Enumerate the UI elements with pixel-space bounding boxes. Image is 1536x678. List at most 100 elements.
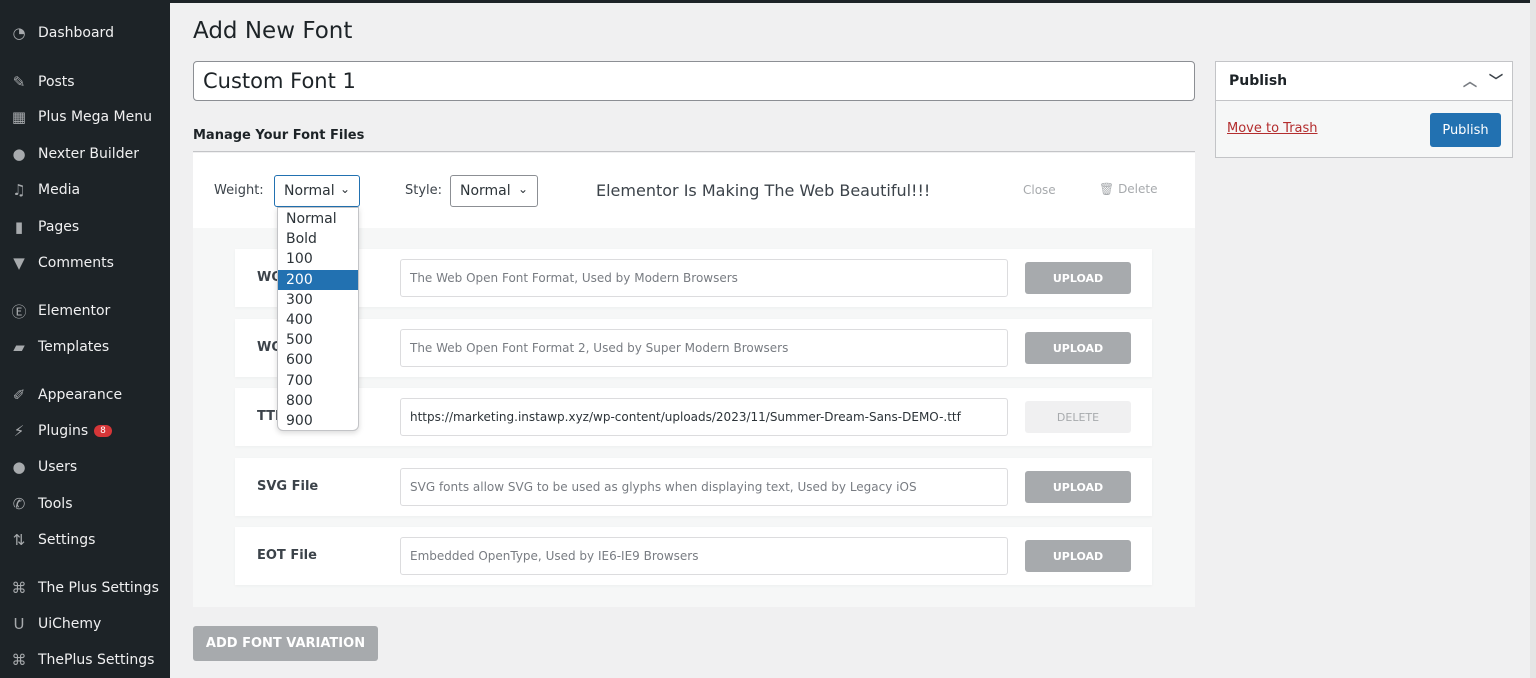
plugins-update-badge: 8 [94,425,112,437]
publish-box: Publish ︿ ﹀ Move to Trash Publish [1215,61,1513,158]
delete-file-button[interactable]: DELETE [1025,401,1131,433]
admin-sidebar: ◔ Dashboard ✎ Posts ▦ Plus Mega Menu ● Nexter B… [0,0,170,678]
sidebar-item-label: Appearance [38,387,123,403]
sidebar-item-label: ThePlus Settings [38,652,155,668]
chevron-down-icon: ⌄ [517,182,528,196]
sidebar-item-media[interactable]: ♫ Media [0,175,170,205]
upload-button[interactable]: UPLOAD [1025,540,1131,572]
folder-icon: ▰ [13,338,25,356]
sidebar-item-label: Templates [38,339,110,355]
top-bar [170,0,1536,3]
info-circle-icon: ● [12,145,26,163]
weight-option[interactable]: 300 [278,290,358,310]
sidebar-item-settings[interactable]: ⇅ Settings [0,525,170,555]
font-preview: Elementor Is Making The Web Beautiful!!! [596,181,931,200]
publish-title: Publish [1229,73,1288,89]
upload-button[interactable]: UPLOAD [1025,332,1131,364]
sidebar-item-theplus-settings[interactable]: ⌘ ThePlus Settings [0,645,170,675]
sidebar-item-nexter-builder[interactable]: ● Nexter Builder [0,139,170,169]
close-link[interactable]: Close [1023,183,1056,197]
font-file-row: SVG File SVG fonts allow SVG to be used … [235,458,1152,516]
file-type-label: EOT File [257,548,317,563]
sidebar-item-plus-mega-menu[interactable]: ▦ Plus Mega Menu [0,102,170,132]
sidebar-item-label: Plus Mega Menu [38,109,152,125]
file-type-label: SVG File [257,479,319,494]
weight-label: Weight: [214,183,264,198]
sidebar-item-the-plus-settings[interactable]: ⌘ The Plus Settings [0,573,170,603]
weight-option[interactable]: 100 [278,249,358,269]
sidebar-item-label: The Plus Settings [38,580,159,596]
sidebar-item-pages[interactable]: ▮ Pages [0,212,170,242]
weight-option[interactable]: 500 [278,330,358,350]
theplus-icon: ⌘ [11,651,27,669]
sidebar-item-label: Dashboard [38,25,114,41]
add-font-variation-button[interactable]: ADD FONT VARIATION [193,626,378,661]
move-to-trash-link[interactable]: Move to Trash [1227,121,1318,136]
theplus-icon: ⌘ [11,579,27,597]
trash-icon: 🗑 [1099,182,1115,196]
user-icon: ● [12,458,26,476]
wrench-icon: ✆ [12,495,26,513]
sidebar-item-label: UiChemy [38,616,102,632]
weight-option[interactable]: Bold [278,229,358,249]
weight-option[interactable]: 600 [278,350,358,370]
publish-button[interactable]: Publish [1430,113,1501,147]
file-url-input[interactable]: SVG fonts allow SVG to be used as glyphs… [400,468,1008,506]
menu-grid-icon: ▦ [11,108,27,126]
weight-value: Normal [284,183,335,199]
font-name-input[interactable] [193,61,1195,101]
delete-link[interactable]: 🗑 Delete [1099,182,1158,196]
sidebar-item-templates[interactable]: ▰ Templates [0,332,170,362]
font-file-row: TTF File https://marketing.instawp.xyz/w… [235,388,1152,446]
sidebar-item-posts[interactable]: ✎ Posts [0,67,170,97]
weight-option[interactable]: 900 [278,411,358,431]
plugin-icon: ⚡ [13,422,25,440]
weight-option[interactable]: 400 [278,310,358,330]
sidebar-item-label: Media [38,182,81,198]
file-url-input[interactable]: The Web Open Font Format, Used by Modern… [400,259,1008,297]
settings-icon: ⇅ [12,531,26,549]
sidebar-item-appearance[interactable]: ✐ Appearance [0,380,170,410]
sidebar-item-label: Comments [38,255,114,271]
font-file-row: WOFF File The Web Open Font Format, Used… [235,249,1152,307]
weight-option[interactable]: Normal [278,209,358,229]
weight-option[interactable]: 800 [278,391,358,411]
upload-button[interactable]: UPLOAD [1025,471,1131,503]
sidebar-item-label: Tools [38,496,73,512]
sidebar-item-label: Settings [38,532,96,548]
sidebar-item-comments[interactable]: ▼ Comments [0,248,170,278]
delete-label: Delete [1118,182,1158,196]
weight-option[interactable]: 700 [278,371,358,391]
weight-select[interactable]: Normal ⌄ [274,175,360,207]
sidebar-item-label: Nexter Builder [38,146,139,162]
pin-icon: ✎ [12,73,26,91]
sidebar-item-dashboard[interactable]: ◔ Dashboard [0,18,170,48]
chevron-down-icon: ⌄ [339,182,350,196]
style-select[interactable]: Normal ⌄ [450,175,538,207]
file-url-input[interactable]: The Web Open Font Format 2, Used by Supe… [400,329,1008,367]
weight-option[interactable]: 200 [278,269,358,290]
page-title: Add New Font [193,18,353,44]
sidebar-item-tools[interactable]: ✆ Tools [0,489,170,519]
sidebar-item-label: Elementor [38,303,111,319]
file-url-input[interactable]: https://marketing.instawp.xyz/wp-content… [400,398,1008,436]
weight-dropdown: Normal Bold 100 200 300 400 500 600 700 800 900 [277,207,359,431]
sidebar-item-label: Pages [38,219,80,235]
section-heading: Manage Your Font Files [193,128,1195,152]
file-url-input[interactable]: Embedded OpenType, Used by IE6-IE9 Brows… [400,537,1008,575]
dashboard-icon: ◔ [12,24,26,42]
pages-icon: ▮ [14,218,24,236]
chevron-up-icon[interactable]: ︿ [1463,71,1477,91]
sidebar-item-elementor[interactable]: Ⓔ Elementor [0,296,170,326]
font-file-row: WOFF2 File The Web Open Font Format 2, U… [235,319,1152,377]
style-value: Normal [460,183,511,199]
sidebar-item-users[interactable]: ● Users [0,452,170,482]
font-file-row: EOT File Embedded OpenType, Used by IE6-… [235,527,1152,585]
style-label: Style: [405,183,443,198]
paintbrush-icon: ✐ [12,386,26,404]
chevron-down-icon[interactable]: ﹀ [1489,71,1503,91]
sidebar-item-plugins[interactable]: ⚡ Plugins 8 [0,416,170,446]
upload-button[interactable]: UPLOAD [1025,262,1131,294]
scrollbar[interactable] [1530,0,1536,678]
sidebar-item-uichemy[interactable]: U UiChemy [0,609,170,639]
